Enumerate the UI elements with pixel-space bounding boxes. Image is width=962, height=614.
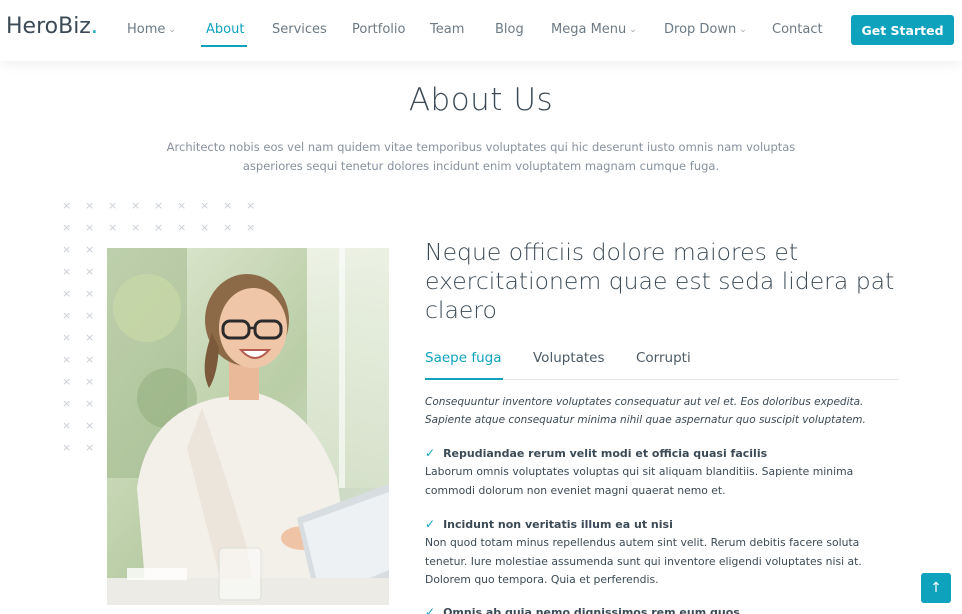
check-icon: ✓	[425, 446, 436, 460]
dot-mark: ×	[62, 265, 72, 278]
nav-blog[interactable]: Blog	[495, 22, 524, 37]
dot-mark: ×	[246, 199, 256, 212]
section-title: About Us	[408, 82, 554, 118]
tab-active-underline	[425, 378, 503, 380]
nav-portfolio-label: Portfolio	[352, 22, 406, 37]
nav-contact[interactable]: Contact	[772, 22, 823, 37]
get-started-button[interactable]: Get Started	[851, 15, 954, 45]
tab-bar: Saepe fuga Voluptates Corrupti	[425, 348, 899, 380]
nav-team-label: Team	[430, 22, 465, 37]
nav-services-label: Services	[272, 22, 327, 37]
nav-about[interactable]: About	[206, 22, 244, 37]
logo-dot: .	[90, 14, 98, 39]
dot-mark: ×	[177, 221, 187, 234]
arrow-up-icon: ↑	[930, 580, 942, 596]
dot-mark: ×	[62, 309, 72, 322]
feature-item: ✓ Repudiandae rerum velit modi et officia…	[425, 444, 905, 500]
dot-mark: ×	[85, 309, 95, 322]
section-subtitle: Architecto nobis eos vel nam quidem vita…	[166, 140, 796, 173]
nav-contact-label: Contact	[772, 22, 823, 37]
dot-mark: ×	[108, 221, 118, 234]
dot-mark: ×	[246, 221, 256, 234]
dot-mark: ×	[223, 199, 233, 212]
feature-text: Laborum omnis voluptates voluptas qui si…	[425, 465, 854, 497]
dot-mark: ×	[62, 331, 72, 344]
tab-saepe-fuga[interactable]: Saepe fuga	[425, 350, 501, 366]
dot-mark: ×	[62, 419, 72, 432]
feature-item: ✓ Omnis ab quia nemo dignissimos rem eum …	[425, 603, 905, 614]
check-icon: ✓	[425, 605, 436, 614]
nav-drop-down-label: Drop Down	[664, 22, 737, 37]
check-icon: ✓	[425, 517, 436, 531]
nav-home[interactable]: Home ⌄	[127, 22, 176, 37]
about-photo	[107, 248, 389, 605]
nav-mega-menu[interactable]: Mega Menu ⌄	[551, 22, 637, 37]
back-to-top-button[interactable]: ↑	[921, 573, 951, 603]
dot-mark: ×	[131, 221, 141, 234]
feature-title-text: Omnis ab quia nemo dignissimos rem eum q…	[443, 606, 740, 614]
dot-mark: ×	[85, 353, 95, 366]
logo[interactable]: HeroBiz.	[6, 14, 98, 39]
dot-mark: ×	[223, 221, 233, 234]
dot-mark: ×	[85, 287, 95, 300]
dot-mark: ×	[62, 441, 72, 454]
site-header: HeroBiz. Home ⌄ About Services Portfolio …	[0, 0, 962, 61]
nav-portfolio[interactable]: Portfolio	[352, 22, 405, 37]
chevron-down-icon: ⌄	[629, 25, 637, 35]
dot-mark: ×	[200, 221, 210, 234]
dot-mark: ×	[154, 199, 164, 212]
dot-mark: ×	[62, 199, 72, 212]
dot-mark: ×	[131, 199, 141, 212]
tab-intro-text: Consequuntur inventore voluptates conseq…	[425, 396, 866, 426]
dot-mark: ×	[62, 221, 72, 234]
feature-item: ✓ Incidunt non veritatis illum ea ut nisi…	[425, 515, 905, 590]
nav-services[interactable]: Services	[272, 22, 327, 37]
nav-blog-label: Blog	[495, 22, 524, 37]
logo-text: HeroBiz	[6, 14, 91, 39]
dot-mark: ×	[62, 375, 72, 388]
dot-mark: ×	[85, 221, 95, 234]
nav-about-label: About	[206, 22, 245, 37]
nav-drop-down[interactable]: Drop Down ⌄	[664, 22, 747, 37]
dot-mark: ×	[62, 397, 72, 410]
dot-mark: ×	[200, 199, 210, 212]
dot-mark: ×	[85, 397, 95, 410]
dot-mark: ×	[85, 419, 95, 432]
feature-title: ✓ Incidunt non veritatis illum ea ut nisi	[425, 515, 905, 534]
dot-mark: ×	[85, 199, 95, 212]
feature-title: ✓ Repudiandae rerum velit modi et officia…	[425, 444, 905, 463]
dot-mark: ×	[108, 199, 118, 212]
woman-at-laptop-image	[107, 248, 389, 605]
dot-mark: ×	[62, 287, 72, 300]
feature-title: ✓ Omnis ab quia nemo dignissimos rem eum …	[425, 603, 905, 614]
nav-team[interactable]: Team	[430, 22, 464, 37]
feature-title-text: Repudiandae rerum velit modi et officia …	[443, 447, 768, 460]
dot-mark: ×	[177, 199, 187, 212]
nav-home-label: Home	[127, 22, 166, 37]
feature-text: Non quod totam minus repellendus autem s…	[425, 536, 862, 586]
dot-mark: ×	[85, 331, 95, 344]
tab-voluptates[interactable]: Voluptates	[533, 350, 605, 366]
nav-active-underline	[201, 45, 247, 47]
dot-mark: ×	[85, 375, 95, 388]
dot-mark: ×	[62, 353, 72, 366]
about-heading: Neque officiis dolore maiores et exercit…	[425, 238, 895, 324]
chevron-down-icon: ⌄	[168, 25, 176, 35]
dot-mark: ×	[85, 441, 95, 454]
dot-mark: ×	[62, 243, 72, 256]
nav-mega-menu-label: Mega Menu	[551, 22, 627, 37]
dot-mark: ×	[85, 265, 95, 278]
dot-mark: ×	[85, 243, 95, 256]
tab-corrupti[interactable]: Corrupti	[636, 350, 691, 366]
dot-mark: ×	[154, 221, 164, 234]
chevron-down-icon: ⌄	[739, 25, 747, 35]
feature-title-text: Incidunt non veritatis illum ea ut nisi	[443, 518, 673, 531]
